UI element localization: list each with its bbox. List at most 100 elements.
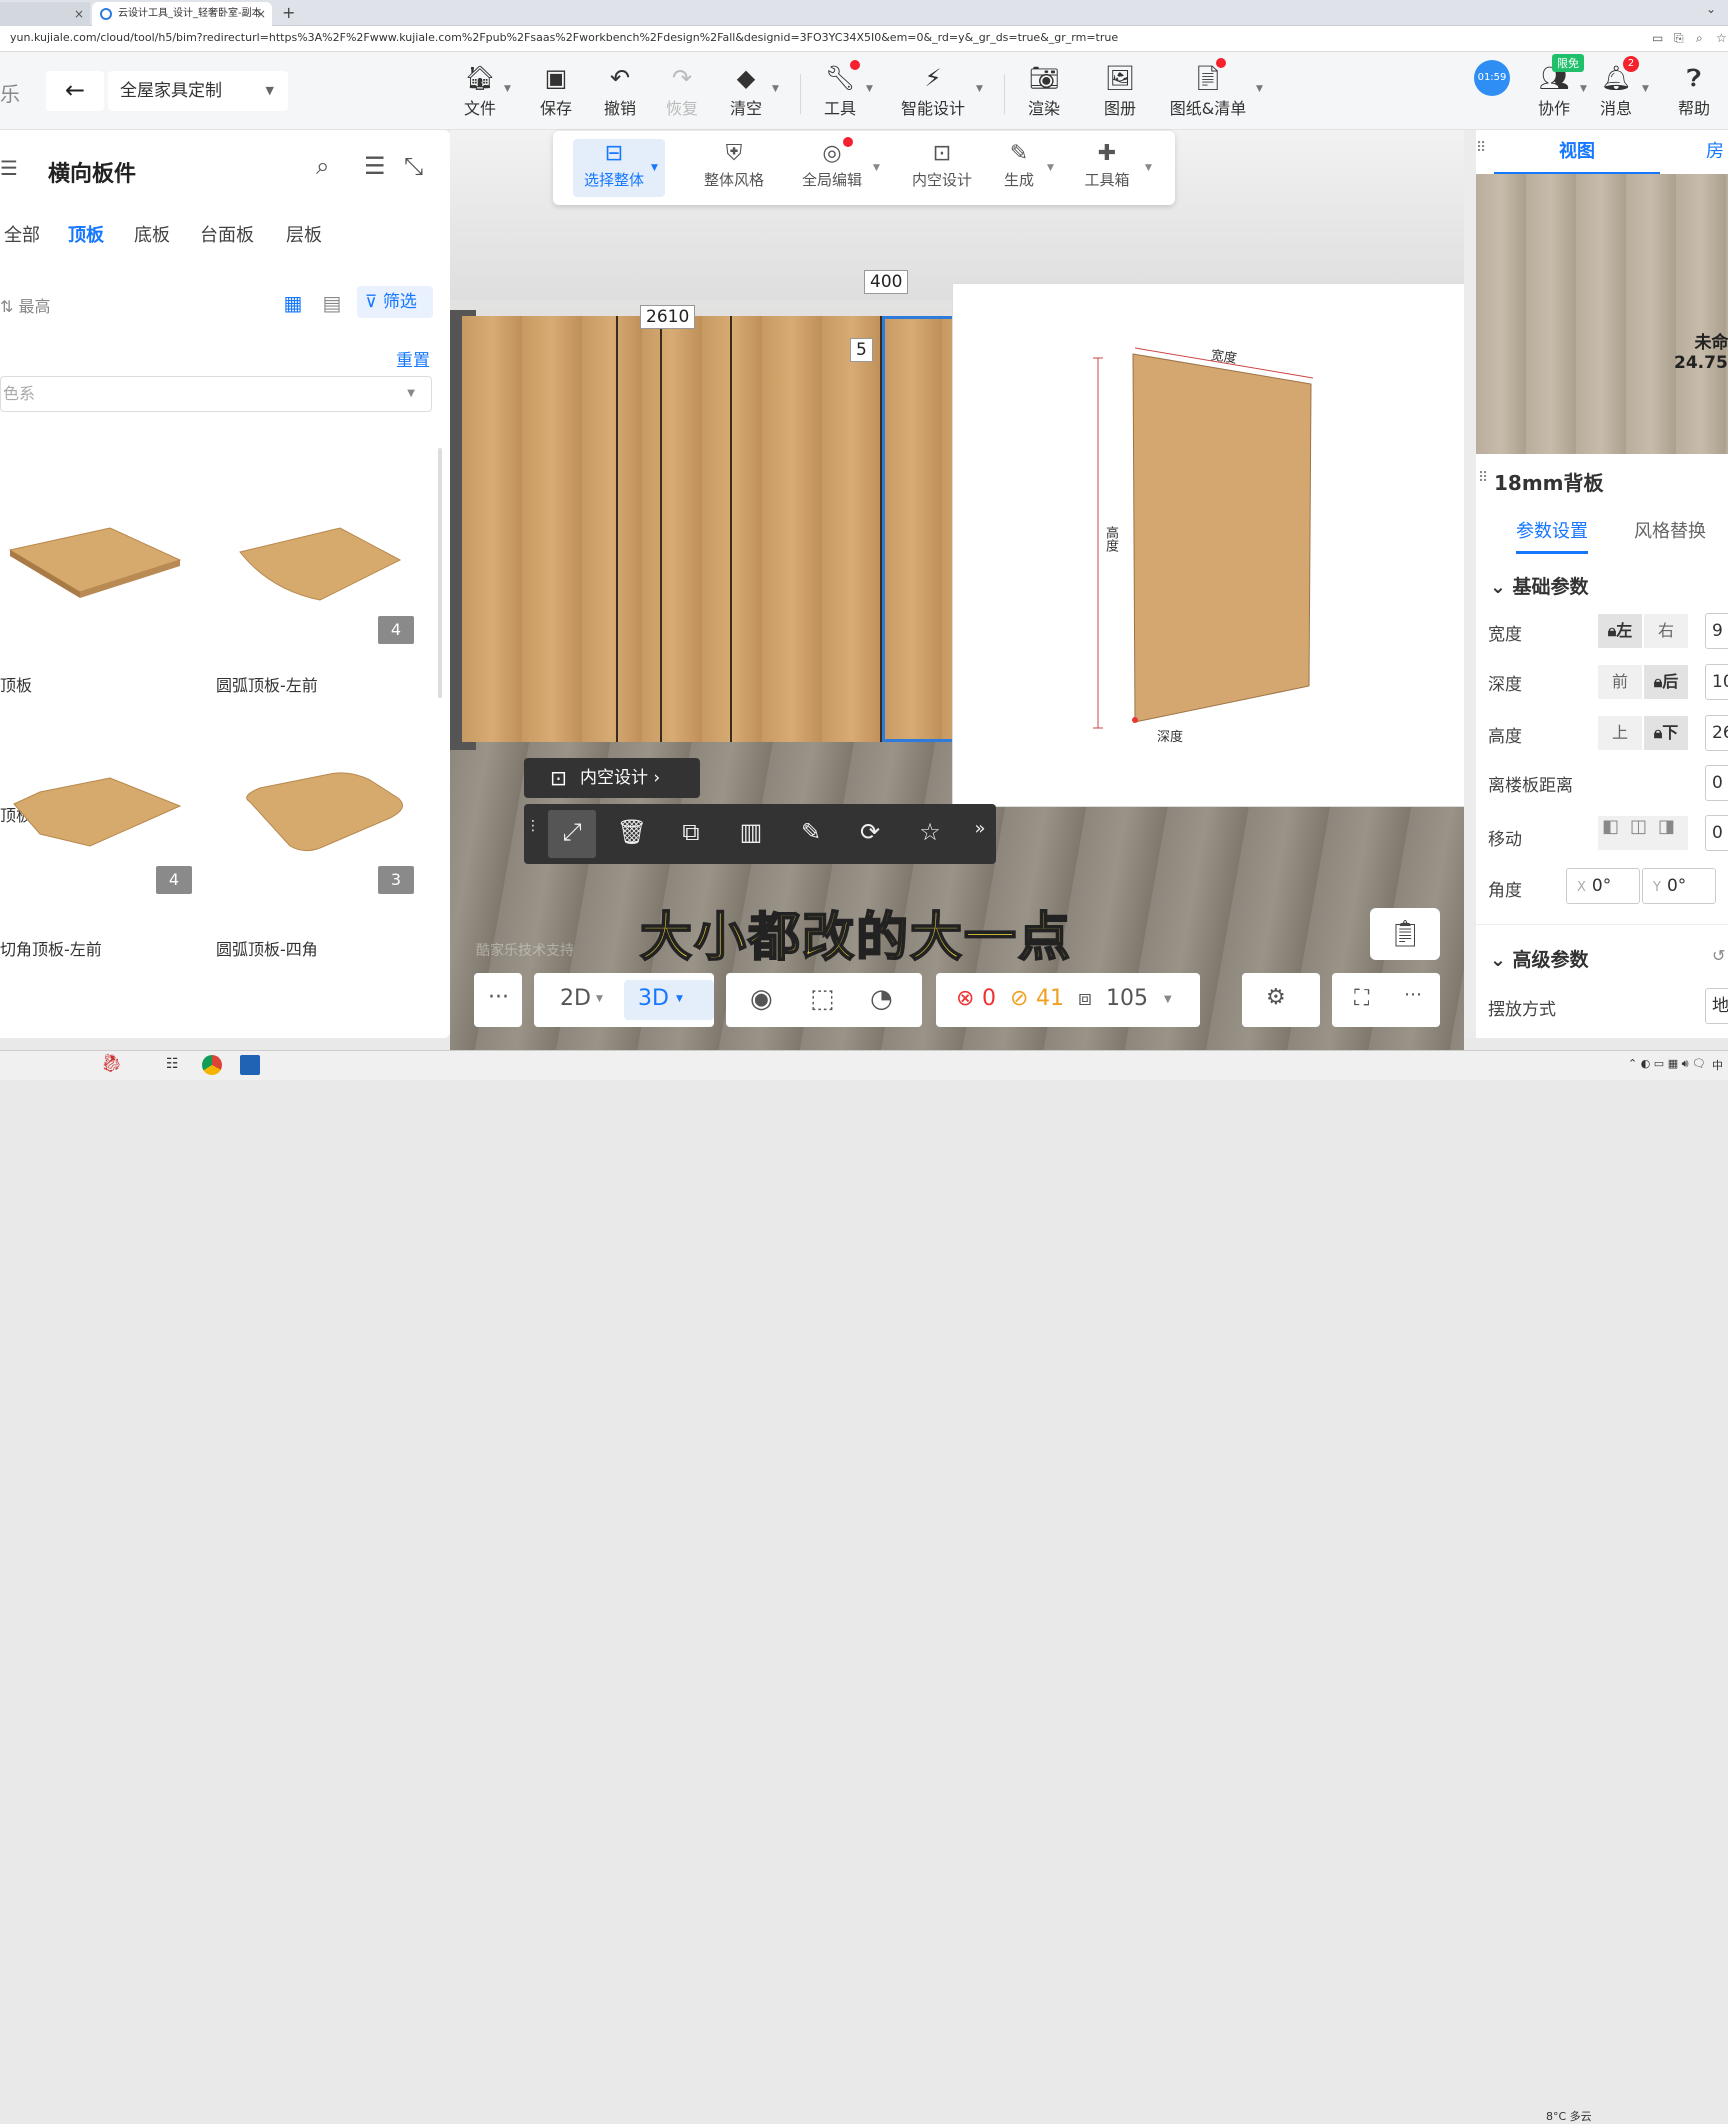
lock-left-toggle[interactable]: 🔒︎左 bbox=[1598, 614, 1642, 648]
toolbar-drawings[interactable]: 📄︎ 图纸&清单 bbox=[1166, 62, 1250, 124]
2d-rotate-icon[interactable]: ⟳ bbox=[854, 818, 886, 846]
weather-text[interactable]: 8°C 多云 bbox=[1546, 2108, 1592, 2124]
split-icon[interactable]: ▥ bbox=[735, 818, 767, 846]
collapse-icon[interactable]: ⤡ bbox=[404, 152, 423, 180]
selected-back-panel[interactable] bbox=[882, 316, 962, 742]
category-tab-top[interactable]: 顶板 bbox=[68, 221, 104, 247]
toolbox-button[interactable]: ✚ 工具箱 bbox=[1077, 139, 1137, 197]
toolbar-tools[interactable]: 🔧︎ 工具 bbox=[820, 62, 860, 124]
height-input[interactable]: 26 bbox=[1705, 715, 1728, 751]
scrollbar[interactable] bbox=[438, 448, 442, 698]
expand-icon[interactable]: » bbox=[964, 818, 996, 839]
filter-button[interactable]: ⊽ 筛选 bbox=[357, 286, 433, 318]
favorite-icon[interactable]: ☆ bbox=[914, 818, 946, 846]
caret-down-icon[interactable]: ▼ bbox=[596, 994, 603, 1004]
placement-select[interactable]: 地 bbox=[1705, 988, 1728, 1024]
more-icon[interactable]: ⋯ bbox=[1404, 984, 1422, 1005]
drag-handle-icon[interactable]: ⋮ bbox=[526, 818, 540, 834]
more-button[interactable]: ··· bbox=[474, 973, 522, 1027]
caret-down-icon[interactable]: ▼ bbox=[1047, 163, 1054, 173]
toolbar-render[interactable]: 📷︎ 渲染 bbox=[1024, 62, 1064, 124]
toggle-button[interactable]: ⚙ bbox=[1242, 973, 1320, 1027]
top-toggle[interactable]: 上 bbox=[1598, 716, 1642, 750]
dimension-label[interactable]: 5 bbox=[850, 338, 873, 362]
generate-button[interactable]: ✎ 生成 bbox=[999, 139, 1039, 197]
bookmark-icon[interactable]: ▭ bbox=[1652, 31, 1663, 45]
panel-splitter[interactable] bbox=[1464, 130, 1476, 1038]
caret-down-icon[interactable]: ▼ bbox=[1164, 994, 1172, 1005]
ime-indicator[interactable]: 中 bbox=[1712, 1057, 1723, 1073]
2d-mode-button[interactable]: 2D bbox=[560, 986, 591, 1011]
right-toggle[interactable]: 右 bbox=[1644, 614, 1688, 648]
angle-y-input[interactable]: Y 0° bbox=[1642, 868, 1716, 904]
caret-down-icon[interactable]: ▼ bbox=[1256, 84, 1263, 94]
move-center-icon[interactable]: ◫ bbox=[1630, 816, 1656, 846]
toolbar-file[interactable]: 🏠︎ 文件 bbox=[460, 62, 500, 124]
copy-icon[interactable]: ⧉ bbox=[675, 818, 707, 846]
caret-down-icon[interactable]: ▼ bbox=[504, 84, 511, 94]
reset-link[interactable]: 重置 bbox=[396, 346, 430, 371]
reset-icon[interactable]: ↺ bbox=[1712, 946, 1725, 965]
gauge-icon[interactable]: ◔ bbox=[870, 984, 893, 1014]
minimap-view[interactable] bbox=[1476, 174, 1728, 454]
paint-icon[interactable]: ✎ bbox=[795, 818, 827, 846]
tab-style-replace[interactable]: 风格替换 bbox=[1634, 517, 1706, 543]
move-left-icon[interactable]: ◧ bbox=[1602, 816, 1628, 846]
browser-tab-active[interactable]: 云设计工具_设计_轻奢卧室-副本 × bbox=[92, 2, 272, 26]
toolbar-smart-design[interactable]: ⚡︎ 智能设计 bbox=[898, 62, 968, 124]
tray-icons[interactable]: ⌃ ◐ ▭ ▦ 🔊︎ 🗨 bbox=[1628, 1057, 1706, 1071]
toolbar-save[interactable]: ▣ 保存 bbox=[536, 62, 576, 124]
check-status-group[interactable] bbox=[936, 973, 1200, 1027]
address-bar[interactable]: yun.kujiale.com/cloud/tool/h5/bim?redire… bbox=[0, 26, 1728, 52]
caret-down-icon[interactable]: ▼ bbox=[1145, 163, 1152, 173]
category-tab-countertop[interactable]: 台面板 bbox=[200, 221, 254, 247]
angle-x-input[interactable]: X 0° bbox=[1566, 868, 1640, 904]
menu-collapse-icon[interactable]: ☰ bbox=[364, 152, 386, 180]
list-item[interactable]: 3 bbox=[220, 730, 420, 970]
dimension-label[interactable]: 2610 bbox=[640, 305, 696, 329]
module-select[interactable]: 全屋家具定制 ▼ bbox=[108, 71, 288, 111]
move-input[interactable]: 0 bbox=[1705, 815, 1728, 851]
new-tab-button[interactable]: + bbox=[282, 2, 295, 24]
tab-view[interactable]: 视图 bbox=[1494, 130, 1660, 174]
search-icon[interactable]: ⌕ bbox=[316, 152, 329, 180]
list-item[interactable]: 4 bbox=[0, 730, 200, 970]
category-tab-all[interactable]: 全部 bbox=[4, 221, 40, 247]
timer-badge[interactable]: 01:59 bbox=[1474, 60, 1510, 96]
overall-style-button[interactable]: ⛨ 整体风格 bbox=[699, 139, 769, 197]
fit-view-icon[interactable]: ⛶ bbox=[1354, 986, 1369, 1011]
browser-tab-1[interactable]: × bbox=[0, 2, 90, 26]
back-button[interactable]: ← bbox=[46, 71, 104, 111]
dragon-widget-icon[interactable]: 🐉︎ bbox=[100, 1053, 123, 1074]
toolbar-album[interactable]: 🖼︎ 图册 bbox=[1100, 62, 1140, 124]
toolbar-redo[interactable]: ↷ 恢复 bbox=[662, 62, 702, 124]
delete-icon[interactable]: 🗑︎ bbox=[616, 818, 648, 846]
caret-down-icon[interactable]: ▼ bbox=[651, 163, 658, 173]
caret-down-icon[interactable]: ▼ bbox=[676, 994, 683, 1004]
toolbar-undo[interactable]: ↶ 撤销 bbox=[600, 62, 640, 124]
select-whole-button[interactable]: ⊟ 选择整体 bbox=[579, 139, 649, 197]
chrome-icon[interactable] bbox=[202, 1055, 222, 1075]
caret-down-icon[interactable]: ▼ bbox=[866, 84, 873, 94]
share-icon[interactable]: ⎘ bbox=[1674, 31, 1684, 46]
depth-input[interactable]: 10 bbox=[1705, 664, 1728, 700]
drag-handle-icon[interactable]: ⠿ bbox=[1476, 140, 1486, 156]
grid-view-icon[interactable]: ▦ bbox=[280, 290, 306, 316]
close-icon[interactable]: × bbox=[256, 2, 266, 26]
caret-down-icon[interactable]: ▼ bbox=[1642, 84, 1649, 94]
eye-icon[interactable]: ◉ bbox=[750, 984, 773, 1014]
scale-icon[interactable]: ⤢ bbox=[556, 818, 588, 846]
category-tab-bottom[interactable]: 底板 bbox=[134, 221, 170, 247]
global-edit-button[interactable]: ◎ 全局编辑 bbox=[797, 139, 867, 197]
caret-down-icon[interactable]: ▼ bbox=[1580, 84, 1587, 94]
advanced-params-header[interactable]: ⌄ 高级参数 bbox=[1490, 945, 1589, 972]
lock-back-toggle[interactable]: 🔒︎后 bbox=[1644, 665, 1688, 699]
task-view-icon[interactable]: ☷ bbox=[166, 1056, 179, 1072]
url-text[interactable]: yun.kujiale.com/cloud/tool/h5/bim?redire… bbox=[10, 31, 1630, 44]
basic-params-header[interactable]: ⌄ 基础参数 bbox=[1490, 572, 1589, 599]
move-right-icon[interactable]: ◨ bbox=[1658, 816, 1684, 846]
toolbar-clear[interactable]: ◆ 清空 bbox=[726, 62, 766, 124]
photos-app-icon[interactable] bbox=[240, 1055, 260, 1075]
3d-mode-button[interactable]: 3D bbox=[638, 986, 669, 1011]
category-tab-shelf[interactable]: 层板 bbox=[286, 221, 322, 247]
